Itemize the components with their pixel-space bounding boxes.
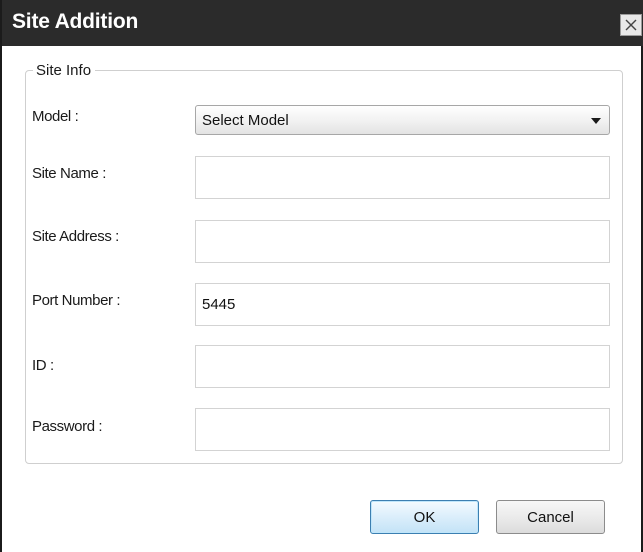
site-address-input[interactable]	[195, 220, 610, 263]
site-addition-dialog: Site Addition Site Info Model : Select M…	[0, 0, 643, 552]
password-label: Password :	[32, 418, 103, 435]
dialog-title: Site Addition	[12, 10, 139, 33]
title-bar[interactable]: Site Addition	[2, 0, 643, 46]
id-input[interactable]	[195, 345, 610, 388]
chevron-down-icon	[591, 118, 601, 124]
cancel-button[interactable]: Cancel	[496, 500, 605, 534]
port-number-input[interactable]	[195, 283, 610, 326]
password-input[interactable]	[195, 408, 610, 451]
site-name-input[interactable]	[195, 156, 610, 199]
model-select[interactable]: Select Model	[195, 105, 610, 135]
close-button[interactable]	[620, 14, 642, 36]
model-select-value: Select Model	[202, 112, 289, 129]
ok-button[interactable]: OK	[370, 500, 479, 534]
port-number-label: Port Number :	[32, 292, 121, 309]
id-label: ID :	[32, 357, 54, 374]
model-label: Model :	[32, 108, 79, 125]
site-address-label: Site Address :	[32, 228, 119, 245]
close-icon	[625, 19, 637, 31]
site-info-legend: Site Info	[36, 62, 92, 79]
site-name-label: Site Name :	[32, 165, 106, 182]
